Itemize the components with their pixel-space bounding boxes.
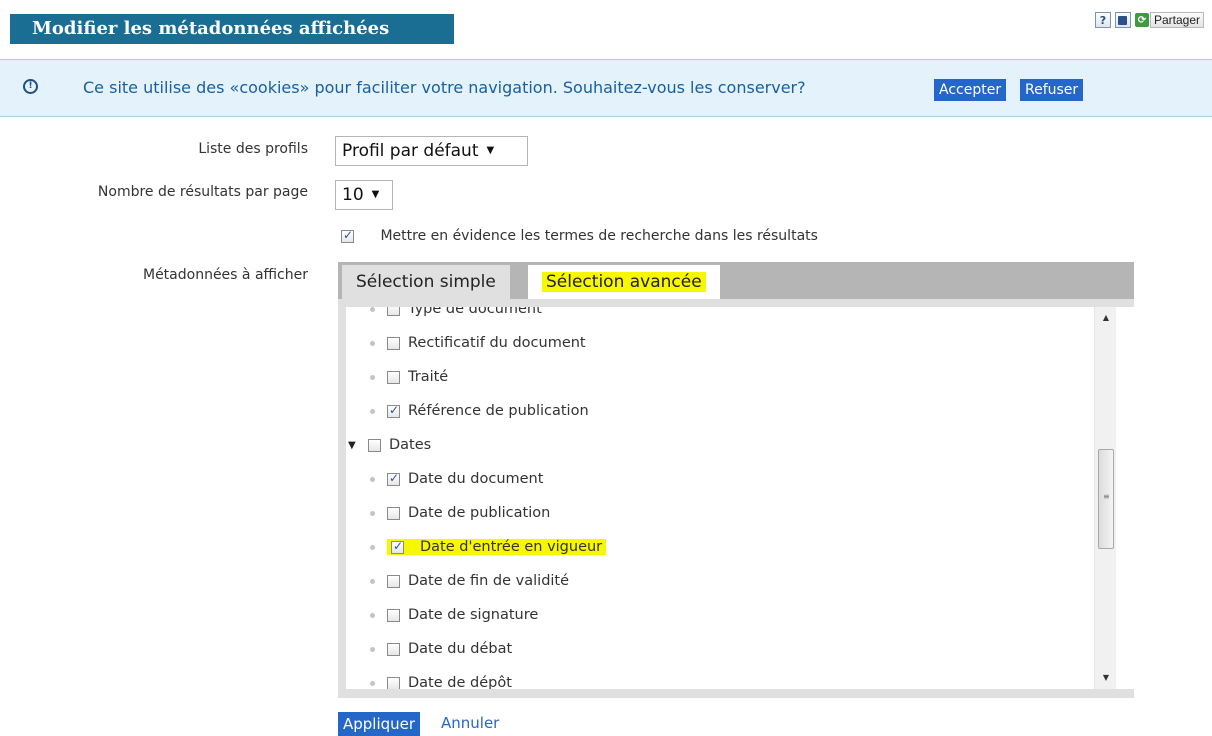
tree-item: Date de signature	[370, 607, 538, 623]
profiles-select-value: Profil par défaut	[342, 141, 479, 161]
tree-item: Date de dépôt	[370, 675, 512, 689]
tree-item-label: Rectificatif du document	[408, 335, 586, 351]
tab-simple-label: Sélection simple	[356, 272, 496, 292]
tab-advanced-label: Sélection avancée	[542, 272, 706, 292]
tab-strip: Sélection simple Sélection avancée	[338, 262, 1134, 299]
tree-item-label: Date du document	[408, 471, 544, 487]
share-icon: ⟳	[1134, 13, 1149, 27]
refuse-cookies-button[interactable]: Refuser	[1020, 79, 1084, 101]
bullet-icon	[370, 408, 375, 414]
tree-item-checkbox[interactable]	[387, 471, 400, 486]
tree-item: Traité	[370, 369, 448, 385]
tree-item-checkbox[interactable]	[387, 506, 400, 520]
tree-item-label: Date de signature	[408, 607, 539, 623]
tree-group-dates: ▼ Dates	[348, 437, 431, 453]
tree-item-label: Référence de publication	[408, 403, 589, 419]
tab-advanced-selection[interactable]: Sélection avancée	[528, 265, 720, 299]
tree-item-checkbox[interactable]	[387, 336, 400, 350]
tree-group-label: Dates	[389, 437, 432, 453]
bullet-icon	[370, 340, 375, 346]
scroll-down-icon[interactable]: ▼	[1095, 669, 1117, 687]
results-per-page-select[interactable]: 10 ▼	[335, 180, 393, 210]
tree-item: Date de fin de validité	[370, 573, 569, 589]
tree-item-label: Date de publication	[408, 505, 551, 521]
bullet-icon	[370, 646, 375, 652]
tree-item-label: Date de fin de validité	[408, 573, 570, 589]
cookie-banner: ! Ce site utilise des «cookies» pour fac…	[0, 59, 1212, 117]
grip-icon: ≡	[1103, 492, 1110, 501]
tree-item: Date du débat	[370, 641, 512, 657]
cancel-link[interactable]: Annuler	[441, 713, 499, 733]
tree-item-checkbox[interactable]	[387, 574, 400, 588]
print-button[interactable]	[1114, 12, 1131, 28]
info-icon: !	[23, 79, 38, 94]
share-label: Partager	[1149, 12, 1204, 28]
tree-item-checkbox[interactable]	[387, 403, 400, 418]
tree-scrollbar[interactable]: ▲ ≡ ▼	[1094, 307, 1116, 689]
results-per-page-value: 10	[342, 185, 364, 205]
bullet-icon	[370, 612, 375, 618]
tree-item-checkbox[interactable]	[387, 370, 400, 384]
tree-item-highlighted: Date d'entrée en vigueur	[370, 539, 607, 555]
highlight-terms-label: Mettre en évidence les termes de recherc…	[380, 228, 818, 244]
tree-item: Date du document	[370, 471, 543, 487]
tree-item: Rectificatif du document	[370, 335, 586, 351]
metadata-tree: Type de document Rectificatif du documen…	[346, 307, 1134, 689]
help-button[interactable]: ?	[1094, 12, 1111, 28]
scroll-thumb[interactable]: ≡	[1098, 449, 1114, 549]
apply-button[interactable]: Appliquer	[338, 712, 421, 736]
bullet-icon	[370, 307, 375, 312]
highlight-terms-row: Mettre en évidence les termes de recherc…	[341, 228, 818, 244]
profiles-select[interactable]: Profil par défaut ▼	[335, 136, 528, 166]
tree-item-checkbox[interactable]	[387, 676, 400, 689]
share-button[interactable]: ⟳ Partager	[1134, 12, 1204, 28]
tree-item-label: Date du débat	[408, 641, 513, 657]
bullet-icon	[370, 578, 375, 584]
tree-item-label: Traité	[408, 369, 449, 385]
chevron-down-icon: ▼	[371, 189, 380, 200]
bullet-icon	[370, 510, 375, 516]
accept-cookies-button[interactable]: Accepter	[934, 79, 1007, 101]
highlight-marker: Date d'entrée en vigueur	[387, 539, 607, 555]
tree-item-label: Type de document	[408, 307, 542, 317]
tree-item-checkbox[interactable]	[387, 307, 400, 316]
bullet-icon	[370, 476, 375, 482]
cookie-message: Ce site utilise des «cookies» pour facil…	[83, 78, 806, 97]
top-toolbar: ? ⟳ Partager	[1094, 12, 1204, 28]
tree-item: Date de publication	[370, 505, 550, 521]
tree-item-checkbox[interactable]	[387, 608, 400, 622]
scroll-up-icon[interactable]: ▲	[1095, 309, 1117, 327]
tab-simple-selection[interactable]: Sélection simple	[342, 265, 510, 299]
profiles-label: Liste des profils	[198, 141, 308, 157]
metadata-label: Métadonnées à afficher	[142, 267, 308, 283]
tree-item-label: Date de dépôt	[408, 675, 512, 689]
tree-item: Type de document	[370, 307, 542, 317]
bullet-icon	[370, 680, 375, 686]
print-icon	[1118, 15, 1128, 25]
tree-item-checkbox[interactable]	[387, 642, 400, 656]
bullet-icon	[370, 544, 375, 550]
tree-group-checkbox[interactable]	[368, 438, 381, 452]
chevron-down-icon: ▼	[486, 145, 495, 156]
results-per-page-label: Nombre de résultats par page	[97, 184, 308, 200]
metadata-tabs-panel: Sélection simple Sélection avancée Type …	[338, 262, 1134, 698]
tree-item-label: Date d'entrée en vigueur	[420, 539, 603, 555]
bullet-icon	[370, 374, 375, 380]
expand-arrow-icon[interactable]: ▼	[348, 440, 358, 451]
highlight-terms-checkbox[interactable]	[341, 228, 354, 243]
page-title: Modifier les métadonnées affichées	[10, 14, 454, 44]
tree-item: Référence de publication	[370, 403, 589, 419]
tree-item-checkbox[interactable]	[391, 539, 404, 554]
